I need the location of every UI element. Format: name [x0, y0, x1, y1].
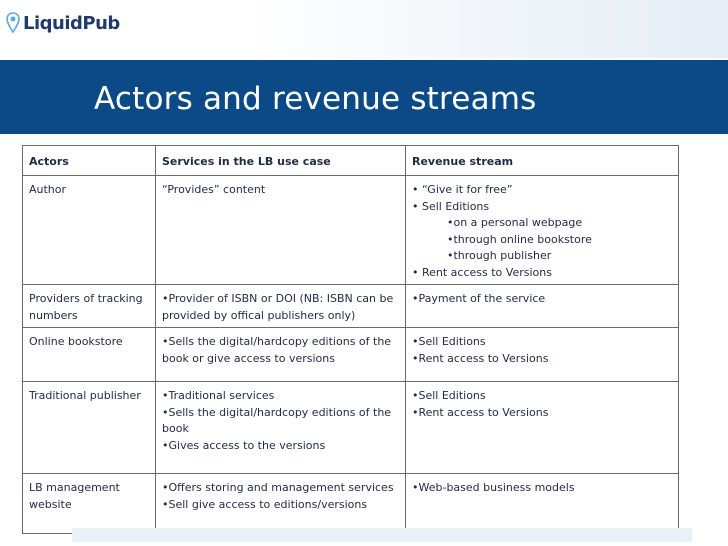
revenue-item: •Rent access to Versions: [412, 351, 549, 365]
revenue-cell: •Sell Editions •Rent access to Versions: [405, 327, 679, 382]
column-header: Actors: [22, 145, 156, 176]
revenue-cell: •Payment of the service: [405, 284, 679, 328]
service-item: •Offers storing and management services: [162, 481, 394, 494]
location-pin-icon: [6, 12, 20, 34]
service-item: •Sell give access to editions/versions: [162, 497, 368, 511]
revenue-sub-item: •through publisher: [447, 249, 552, 262]
title-band: Actors and revenue streams: [0, 60, 728, 134]
revenue-item: •Payment of the service: [412, 292, 546, 305]
services-cell: •Traditional services •Sells the digital…: [155, 381, 406, 474]
actor-label: LB management website: [29, 481, 120, 511]
actor-cell: Traditional publisher: [22, 381, 156, 474]
services-cell: •Offers storing and management services …: [155, 473, 406, 534]
header-gradient: [250, 0, 728, 58]
revenue-item: • Rent access to Versions: [412, 265, 552, 279]
actor-cell: Author: [22, 175, 156, 285]
table-row: Traditional publisher •Traditional servi…: [22, 381, 679, 474]
services-cell: •Provider of ISBN or DOI (NB: ISBN can b…: [155, 284, 406, 328]
revenue-cell: • “Give it for free” • Sell Editions •on…: [405, 175, 679, 285]
service-item: “Provides” content: [162, 183, 266, 196]
service-item: •Traditional services: [162, 389, 275, 402]
actor-cell: LB management website: [22, 473, 156, 534]
services-cell: •Sells the digital/hardcopy editions of …: [155, 327, 406, 382]
brand-logo: LiquidPub: [6, 8, 120, 38]
brand-name: LiquidPub: [23, 12, 120, 34]
revenue-item: • Sell Editions: [412, 199, 490, 213]
revenue-sub-item: •on a personal webpage: [447, 216, 583, 229]
actor-cell: Providers of tracking numbers: [22, 284, 156, 328]
column-header: Services in the LB use case: [155, 145, 406, 176]
revenue-item: •Sell Editions: [412, 389, 486, 402]
actor-cell: Online bookstore: [22, 327, 156, 382]
revenue-item: •Rent access to Versions: [412, 405, 549, 419]
slide-title: Actors and revenue streams: [94, 81, 537, 117]
service-item: •Sells the digital/hardcopy editions of …: [162, 405, 392, 436]
revenue-item: •Sell Editions: [412, 335, 486, 348]
service-item: •Gives access to the versions: [162, 438, 326, 452]
table-row: LB management website •Offers storing an…: [22, 473, 679, 534]
table-row: Author “Provides” content • “Give it for…: [22, 175, 679, 285]
actor-label: Providers of tracking numbers: [29, 292, 143, 322]
revenue-cell: •Sell Editions •Rent access to Versions: [405, 381, 679, 474]
table-row: Online bookstore •Sells the digital/hard…: [22, 327, 679, 382]
revenue-item: • “Give it for free”: [412, 183, 513, 196]
revenue-cell: •Web-based business models: [405, 473, 679, 534]
service-item: •Provider of ISBN or DOI (NB: ISBN can b…: [162, 292, 394, 322]
service-item: •Sells the digital/hardcopy editions of …: [162, 335, 392, 365]
table-header-row: Actors Services in the LB use case Reven…: [22, 145, 679, 176]
revenue-sub-item: •through online bookstore: [447, 232, 592, 246]
column-header: Revenue stream: [405, 145, 679, 176]
revenue-item: •Web-based business models: [412, 481, 575, 494]
table-row: Providers of tracking numbers •Provider …: [22, 284, 679, 328]
services-cell: “Provides” content: [155, 175, 406, 285]
actors-table: Actors Services in the LB use case Reven…: [22, 145, 679, 534]
footer-strip: [72, 528, 692, 542]
